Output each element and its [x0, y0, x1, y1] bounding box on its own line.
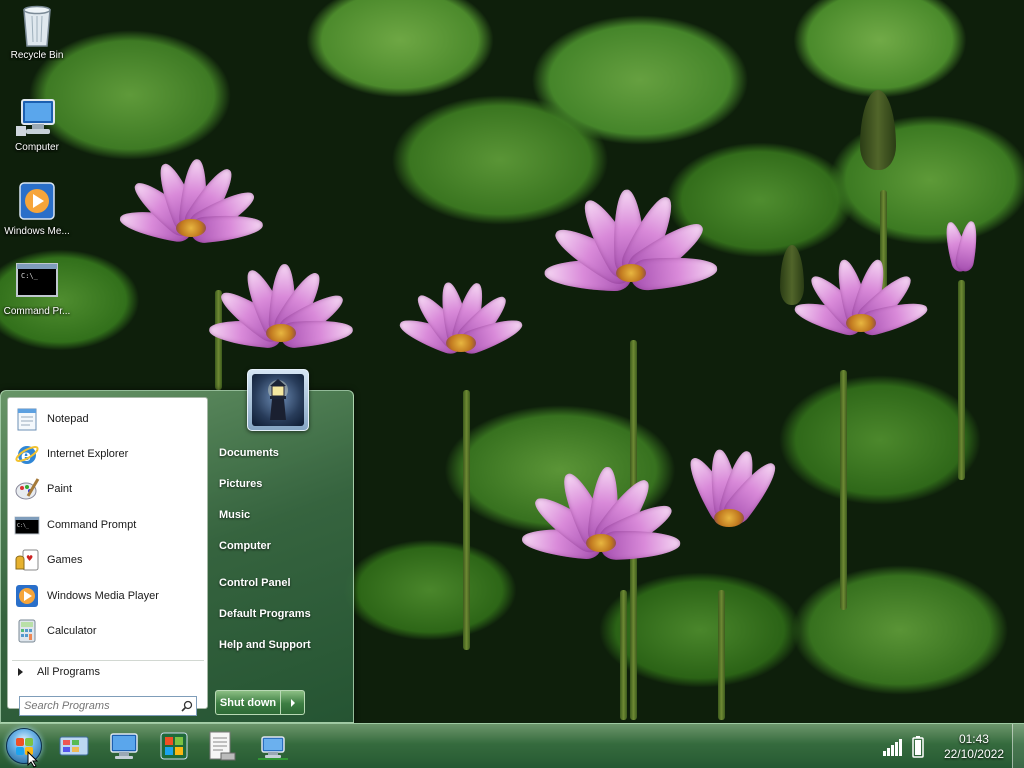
program-item-games[interactable]: ♥ Games	[11, 543, 205, 576]
media-center-icon	[160, 732, 188, 760]
computer-icon	[110, 733, 138, 759]
games-icon: ♥	[14, 547, 40, 573]
shutdown-group: Shut down	[215, 690, 305, 715]
desktop-icon-recycle-bin[interactable]: Recycle Bin	[0, 4, 74, 61]
all-programs-label: All Programs	[37, 665, 100, 678]
places-item-music[interactable]: Music	[219, 509, 250, 521]
show-desktop-button[interactable]	[1012, 724, 1024, 768]
notification-area: 01:43 22/10/2022	[874, 724, 1024, 768]
places-item-documents[interactable]: Documents	[219, 447, 279, 459]
places-item-control-panel[interactable]: Control Panel	[219, 577, 291, 589]
places-item-pictures[interactable]: Pictures	[219, 478, 262, 490]
battery-icon[interactable]	[912, 736, 924, 758]
taskbar-button-computer[interactable]	[107, 729, 141, 763]
computer-icon	[16, 96, 58, 138]
program-item-label: Games	[47, 553, 83, 566]
network-icon	[258, 736, 288, 760]
start-menu: Notepad e Internet Explorer Paint C:\_ C…	[0, 369, 355, 724]
svg-text:C:\_: C:\_	[21, 272, 39, 280]
svg-text:♥: ♥	[26, 554, 33, 563]
mouse-cursor-icon	[27, 750, 39, 768]
program-item-calculator[interactable]: Calculator	[11, 614, 205, 647]
command-prompt-icon: C:\_	[16, 260, 58, 302]
windows-media-player-icon	[16, 180, 58, 222]
command-prompt-icon: C:\_	[14, 512, 40, 538]
notepad-icon	[14, 406, 40, 432]
document-icon	[209, 731, 236, 761]
program-item-internet-explorer[interactable]: e Internet Explorer	[11, 437, 205, 470]
clock-time: 01:43	[958, 732, 989, 746]
taskbar-button-control-panel[interactable]	[57, 729, 91, 763]
internet-explorer-icon: e	[14, 441, 40, 467]
chevron-right-icon	[18, 667, 23, 676]
search-input[interactable]	[20, 700, 178, 712]
program-item-label: Command Prompt	[47, 518, 137, 531]
signal-strength-icon[interactable]	[882, 738, 904, 756]
program-item-label: Windows Media Player	[47, 589, 159, 602]
program-item-label: Notepad	[47, 412, 89, 425]
desktop-icon-label: Recycle Bin	[10, 50, 64, 61]
desktop-icon-windows-media-player[interactable]: Windows Me...	[0, 180, 74, 237]
calculator-icon	[14, 618, 40, 644]
windows-media-player-icon	[14, 583, 40, 609]
places-item-help-and-support[interactable]: Help and Support	[219, 639, 311, 651]
desktop-icon-label: Windows Me...	[4, 226, 70, 237]
all-programs-button[interactable]: All Programs	[12, 660, 204, 682]
places-item-computer[interactable]: Computer	[219, 540, 271, 552]
chevron-right-icon	[290, 698, 295, 707]
svg-text:C:\_: C:\_	[17, 523, 30, 529]
shutdown-button[interactable]: Shut down	[215, 690, 281, 715]
program-item-windows-media-player[interactable]: Windows Media Player	[11, 579, 205, 612]
shutdown-options-button[interactable]	[281, 690, 305, 715]
taskbar-button-document[interactable]	[205, 729, 239, 763]
taskbar: 01:43 22/10/2022	[0, 723, 1024, 768]
desktop-icon-label: Computer	[15, 142, 59, 153]
desktop-icon-label: Command Pr...	[3, 306, 71, 317]
user-avatar[interactable]	[247, 369, 309, 431]
clock-date: 22/10/2022	[943, 747, 1004, 761]
control-panel-icon	[59, 736, 89, 756]
program-item-notepad[interactable]: Notepad	[11, 402, 205, 435]
taskbar-button-media-center[interactable]	[157, 729, 191, 763]
program-item-label: Internet Explorer	[47, 447, 129, 460]
program-item-label: Calculator	[47, 624, 97, 637]
program-item-label: Paint	[47, 482, 73, 495]
taskbar-button-network[interactable]	[256, 729, 290, 763]
search-icon[interactable]	[178, 700, 196, 712]
places-item-default-programs[interactable]: Default Programs	[219, 608, 311, 620]
search-box[interactable]	[19, 696, 197, 716]
program-item-command-prompt[interactable]: C:\_ Command Prompt	[11, 508, 205, 541]
start-menu-places-pane: Documents Pictures Music Computer Contro…	[209, 369, 355, 724]
recycle-bin-icon	[16, 4, 58, 47]
paint-icon	[14, 476, 40, 502]
desktop-icon-command-prompt[interactable]: C:\_ Command Pr...	[0, 260, 74, 317]
system-clock[interactable]: 01:43 22/10/2022	[944, 732, 1004, 762]
lighthouse-icon	[252, 374, 304, 426]
program-item-paint[interactable]: Paint	[11, 472, 205, 505]
start-menu-programs-pane: Notepad e Internet Explorer Paint C:\_ C…	[7, 397, 208, 716]
desktop-icon-computer[interactable]: Computer	[0, 96, 74, 153]
